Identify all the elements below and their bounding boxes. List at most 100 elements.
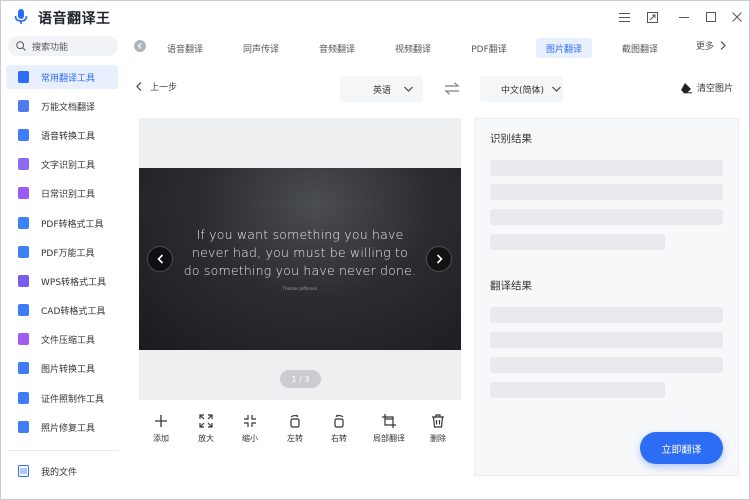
more-tabs-button[interactable]: 更多 [696,39,726,52]
sidebar-item-compress[interactable]: 文件压缩工具 [6,327,118,351]
wps-icon [18,275,29,287]
sidebar-item-label: 我的文件 [41,467,78,478]
chevron-left-icon [137,43,142,49]
sidebar-item-ocr[interactable]: 文字识别工具 [6,152,118,176]
recognition-placeholder-line [490,209,723,225]
sidebar-item-photo-repair[interactable]: 照片修复工具 [6,415,118,439]
tab-5[interactable]: 图片翻译 [536,38,592,58]
search-icon [16,41,26,51]
maximize-icon[interactable] [702,8,720,26]
back-button[interactable]: 上一步 [136,80,177,93]
microphone-logo-icon [14,9,28,24]
sidebar-item-scan[interactable]: 日常识别工具 [6,181,118,205]
sidebar-item-pdf-tool[interactable]: PDF万能工具 [6,240,118,264]
recognition-placeholder-line [490,234,665,250]
sidebar-item-my-files[interactable]: 我的文件 [6,459,118,483]
tool-label: 放大 [198,434,214,443]
minimize-icon[interactable] [675,8,693,26]
ocr-icon [18,158,29,170]
sidebar-item-label: PDF万能工具 [41,248,95,259]
recognition-result-title: 识别结果 [490,133,532,145]
sidebar-item-document[interactable]: 万能文档翻译 [6,94,118,118]
rotate-right-button[interactable]: 右转 [319,414,359,444]
translation-placeholder-line [490,357,723,373]
swap-languages-icon[interactable] [444,82,460,95]
zoom-in-button[interactable]: 放大 [186,414,226,444]
tool-label: 左转 [287,434,303,443]
sidebar-item-label: 语音转换工具 [41,131,96,142]
sidebar-item-label: 文件压缩工具 [41,335,96,346]
compress-icon [18,333,29,345]
sidebar-item-translate[interactable]: 常用翻译工具 [6,65,118,89]
zoom-out-icon [244,415,256,427]
quote-line: never had, you must be willing to [192,245,408,260]
rotate-right-icon [334,414,344,428]
clear-images-label: 清空图片 [697,84,734,94]
tab-3[interactable]: 视频翻译 [385,38,441,58]
chevron-down-icon [552,86,561,92]
target-language-select[interactable]: 中文(简体) [480,76,563,102]
chevron-down-icon [404,86,413,92]
tool-label: 添加 [153,434,169,443]
sidebar-item-cad[interactable]: CAD转格式工具 [6,298,118,322]
document-icon [18,100,29,112]
sidebar-item-id-photo[interactable]: 证件照制作工具 [6,386,118,410]
tab-2[interactable]: 音频翻译 [309,38,365,58]
sidebar-item-label: WPS转格式工具 [41,277,107,288]
sidebar-item-voice[interactable]: 语音转换工具 [6,123,118,147]
chevron-left-icon [156,254,163,264]
sidebar-item-image-convert[interactable]: 图片转换工具 [6,356,118,380]
translate-now-button[interactable]: 立即翻译 [640,432,723,464]
tool-label: 局部翻译 [373,434,405,443]
uploaded-image: If you want something you have never had… [139,168,461,350]
tab-4[interactable]: PDF翻译 [461,38,517,58]
zoom-out-button[interactable]: 缩小 [230,414,270,444]
pdf-tool-icon [18,246,29,258]
sidebar-item-wps[interactable]: WPS转格式工具 [6,269,118,293]
sidebar-item-label: CAD转格式工具 [41,306,106,317]
source-language-select[interactable]: 英语 [340,76,423,102]
translation-placeholder-line [490,332,723,348]
next-image-button[interactable] [426,246,452,272]
tabs-prev-button[interactable] [134,40,146,52]
files-icon [18,465,29,477]
image-pager: 1 / 3 [280,370,321,388]
delete-image-button[interactable]: 删除 [418,414,458,444]
sidebar-item-label: 证件照制作工具 [41,394,105,405]
add-image-button[interactable]: 添加 [141,414,181,444]
zoom-in-icon [199,414,213,428]
partial-translate-button[interactable]: 局部翻译 [369,414,409,444]
sidebar-divider [8,450,118,451]
target-language-value: 中文(简体) [501,85,545,96]
rotate-left-button[interactable]: 左转 [275,414,315,444]
clear-images-button[interactable]: 清空图片 [680,81,733,94]
prev-image-button[interactable] [147,246,173,272]
voice-icon [18,129,29,141]
sidebar-item-label: 文字识别工具 [41,160,96,171]
more-label: 更多 [696,42,715,52]
menu-icon[interactable] [615,8,633,26]
quote-author: Thomas Jefferson [282,286,318,291]
cad-icon [18,304,29,316]
photo-repair-icon [18,421,29,433]
rotate-left-icon [290,414,300,428]
source-language-value: 英语 [373,85,392,96]
tab-0[interactable]: 语音翻译 [157,38,213,58]
back-label: 上一步 [150,83,178,93]
translation-placeholder-line [490,307,723,323]
recognition-placeholder-line [490,184,723,200]
chevron-right-icon [720,41,726,50]
pin-icon[interactable] [643,8,661,26]
translation-result-title: 翻译结果 [490,280,532,292]
close-icon[interactable] [728,8,746,26]
trash-icon [432,414,444,428]
tab-1[interactable]: 同声传译 [233,38,289,58]
eraser-icon [681,82,692,93]
crop-icon [382,414,396,428]
app-title: 语音翻译王 [38,11,111,27]
sidebar-item-label: 万能文档翻译 [41,102,96,113]
search-label: 搜索功能 [32,42,69,53]
tab-6[interactable]: 截图翻译 [612,38,668,58]
search-box[interactable]: 搜索功能 [8,36,118,56]
sidebar-item-pdf-convert[interactable]: PDF转格式工具 [6,211,118,235]
